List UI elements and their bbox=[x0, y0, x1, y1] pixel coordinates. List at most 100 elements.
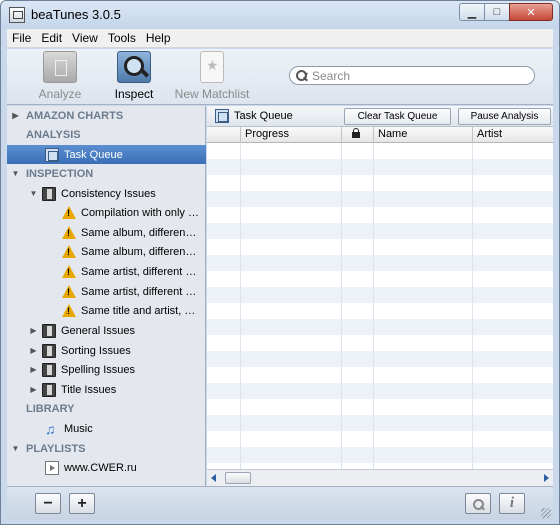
matchlist-icon bbox=[200, 51, 224, 83]
analyze-button[interactable]: Analyze bbox=[33, 51, 87, 101]
title-bar: beaTunes 3.0.5 ▁ □ ✕ bbox=[1, 1, 559, 29]
search-input[interactable] bbox=[312, 68, 512, 83]
inspect-label: Inspect bbox=[114, 87, 154, 101]
column-artist[interactable]: Artist bbox=[472, 127, 553, 143]
analyze-label: Analyze bbox=[38, 87, 82, 101]
resize-grip-icon[interactable] bbox=[541, 508, 551, 518]
book-icon bbox=[42, 186, 56, 201]
menu-edit[interactable]: Edit bbox=[36, 31, 67, 45]
horizontal-scrollbar[interactable] bbox=[207, 469, 553, 486]
column-progress[interactable]: Progress bbox=[240, 127, 341, 143]
warning-icon bbox=[62, 226, 76, 239]
sidebar-section-playlists[interactable]: ▼ PLAYLISTS bbox=[7, 439, 206, 458]
new-matchlist-button[interactable]: New Matchlist bbox=[173, 51, 251, 101]
book-icon bbox=[42, 362, 56, 377]
expand-arrow-icon[interactable]: ▶ bbox=[29, 385, 38, 394]
warning-icon bbox=[62, 245, 76, 258]
expand-arrow-icon[interactable]: ▶ bbox=[29, 346, 38, 355]
column-divider bbox=[341, 143, 342, 469]
column-divider bbox=[472, 143, 473, 469]
sidebar-item-label: Same album, different genre bbox=[81, 245, 199, 258]
menu-help[interactable]: Help bbox=[141, 31, 176, 45]
task-queue-icon bbox=[45, 147, 59, 162]
scroll-left-icon[interactable] bbox=[211, 474, 216, 482]
scroll-thumb[interactable] bbox=[225, 472, 251, 484]
pane-title: Task Queue bbox=[215, 109, 293, 123]
column-divider bbox=[373, 143, 374, 469]
minimize-button[interactable]: ▁ bbox=[459, 3, 485, 21]
close-button[interactable]: ✕ bbox=[509, 3, 553, 21]
collapse-arrow-icon[interactable]: ▼ bbox=[11, 444, 20, 453]
collapse-arrow-icon[interactable]: ▼ bbox=[11, 169, 20, 178]
sidebar-item-general-issues[interactable]: ▶ General Issues bbox=[7, 321, 206, 340]
sidebar-section-amazon-charts[interactable]: ▶ AMAZON CHARTS bbox=[7, 106, 206, 125]
toolbar: Analyze Inspect New Matchlist ▾ bbox=[7, 49, 553, 105]
maximize-button[interactable]: □ bbox=[484, 3, 510, 21]
warning-icon bbox=[62, 304, 76, 317]
sidebar-item-consistency-issues[interactable]: ▼ Consistency Issues bbox=[7, 184, 206, 203]
column-name[interactable]: Name bbox=[373, 127, 472, 143]
menu-bar: File Edit View Tools Help bbox=[7, 29, 553, 48]
inspect-button[interactable]: Inspect bbox=[109, 51, 159, 101]
sidebar-section-analysis: ANALYSIS bbox=[7, 125, 206, 144]
sidebar-item-label: Same album, different artist bbox=[81, 226, 199, 239]
task-queue-pane: Task Queue Clear Task Queue Pause Analys… bbox=[207, 106, 553, 486]
column-lock[interactable] bbox=[341, 127, 373, 143]
sidebar-item-label: Spelling Issues bbox=[61, 363, 135, 376]
scroll-right-icon[interactable] bbox=[544, 474, 549, 482]
expand-arrow-icon[interactable]: ▶ bbox=[29, 326, 38, 335]
pane-title-label: Task Queue bbox=[234, 110, 293, 122]
sidebar-item-label: Task Queue bbox=[64, 148, 123, 161]
sidebar-section-label: INSPECTION bbox=[26, 167, 94, 180]
music-note-icon: ♫ bbox=[45, 420, 56, 437]
sidebar-item-label: www.CWER.ru bbox=[64, 461, 137, 474]
search-box[interactable]: ▾ bbox=[289, 66, 535, 85]
remove-button[interactable]: − bbox=[35, 493, 61, 514]
sidebar-item-label: General Issues bbox=[61, 324, 135, 337]
bottom-bar: − + i bbox=[7, 486, 553, 520]
sidebar-item-label: Title Issues bbox=[61, 383, 117, 396]
sidebar-item-issue[interactable]: Compilation with only one artist bbox=[7, 203, 206, 222]
sidebar-section-library: LIBRARY bbox=[7, 399, 206, 418]
sidebar-section-label: PLAYLISTS bbox=[26, 442, 86, 455]
collapse-arrow-icon[interactable]: ▼ bbox=[29, 189, 38, 198]
sidebar-item-sorting-issues[interactable]: ▶ Sorting Issues bbox=[7, 341, 206, 360]
task-table-body[interactable] bbox=[207, 143, 553, 469]
sidebar-item-label: Same title and artist, different album bbox=[81, 304, 199, 317]
sidebar-item-issue[interactable]: Same title and artist, different album bbox=[7, 301, 206, 320]
menu-view[interactable]: View bbox=[67, 31, 103, 45]
sidebar-item-label: Compilation with only one artist bbox=[81, 206, 199, 219]
new-matchlist-label: New Matchlist bbox=[174, 87, 250, 101]
magnifier-icon bbox=[117, 51, 151, 83]
book-icon bbox=[42, 382, 56, 397]
info-button[interactable]: i bbox=[499, 493, 525, 514]
search-dropdown-icon[interactable]: ▾ bbox=[304, 70, 308, 79]
sidebar-section-inspection[interactable]: ▼ INSPECTION bbox=[7, 164, 206, 183]
pause-analysis-button[interactable]: Pause Analysis bbox=[458, 108, 551, 125]
window-title: beaTunes 3.0.5 bbox=[31, 7, 121, 22]
sidebar-item-title-issues[interactable]: ▶ Title Issues bbox=[7, 380, 206, 399]
sidebar-item-spelling-issues[interactable]: ▶ Spelling Issues bbox=[7, 360, 206, 379]
menu-file[interactable]: File bbox=[7, 31, 36, 45]
playlist-icon bbox=[45, 460, 59, 475]
book-icon bbox=[42, 323, 56, 338]
sidebar-item-issue[interactable]: Same artist, different genre bbox=[7, 262, 206, 281]
sidebar-section-label: LIBRARY bbox=[26, 402, 75, 415]
sidebar-item-music[interactable]: ♫ Music bbox=[7, 419, 206, 438]
warning-icon bbox=[62, 265, 76, 278]
pane-header: Task Queue Clear Task Queue Pause Analys… bbox=[207, 106, 553, 127]
add-button[interactable]: + bbox=[69, 493, 95, 514]
expand-arrow-icon[interactable]: ▶ bbox=[29, 365, 38, 374]
sidebar-item-issue[interactable]: Same album, different artist bbox=[7, 223, 206, 242]
sidebar-item-issue[interactable]: Same album, different genre bbox=[7, 242, 206, 261]
sidebar-item-task-queue[interactable]: Task Queue bbox=[7, 145, 206, 164]
inspect-search-button[interactable] bbox=[465, 493, 491, 514]
menu-tools[interactable]: Tools bbox=[103, 31, 141, 45]
sidebar-item-playlist[interactable]: www.CWER.ru bbox=[7, 458, 206, 477]
sidebar-section-label: AMAZON CHARTS bbox=[26, 109, 124, 122]
clear-task-queue-button[interactable]: Clear Task Queue bbox=[344, 108, 451, 125]
sidebar-item-issue[interactable]: Same artist, different spelling bbox=[7, 282, 206, 301]
search-icon bbox=[473, 498, 484, 510]
column-divider bbox=[240, 143, 241, 469]
expand-arrow-icon[interactable]: ▶ bbox=[11, 111, 20, 120]
